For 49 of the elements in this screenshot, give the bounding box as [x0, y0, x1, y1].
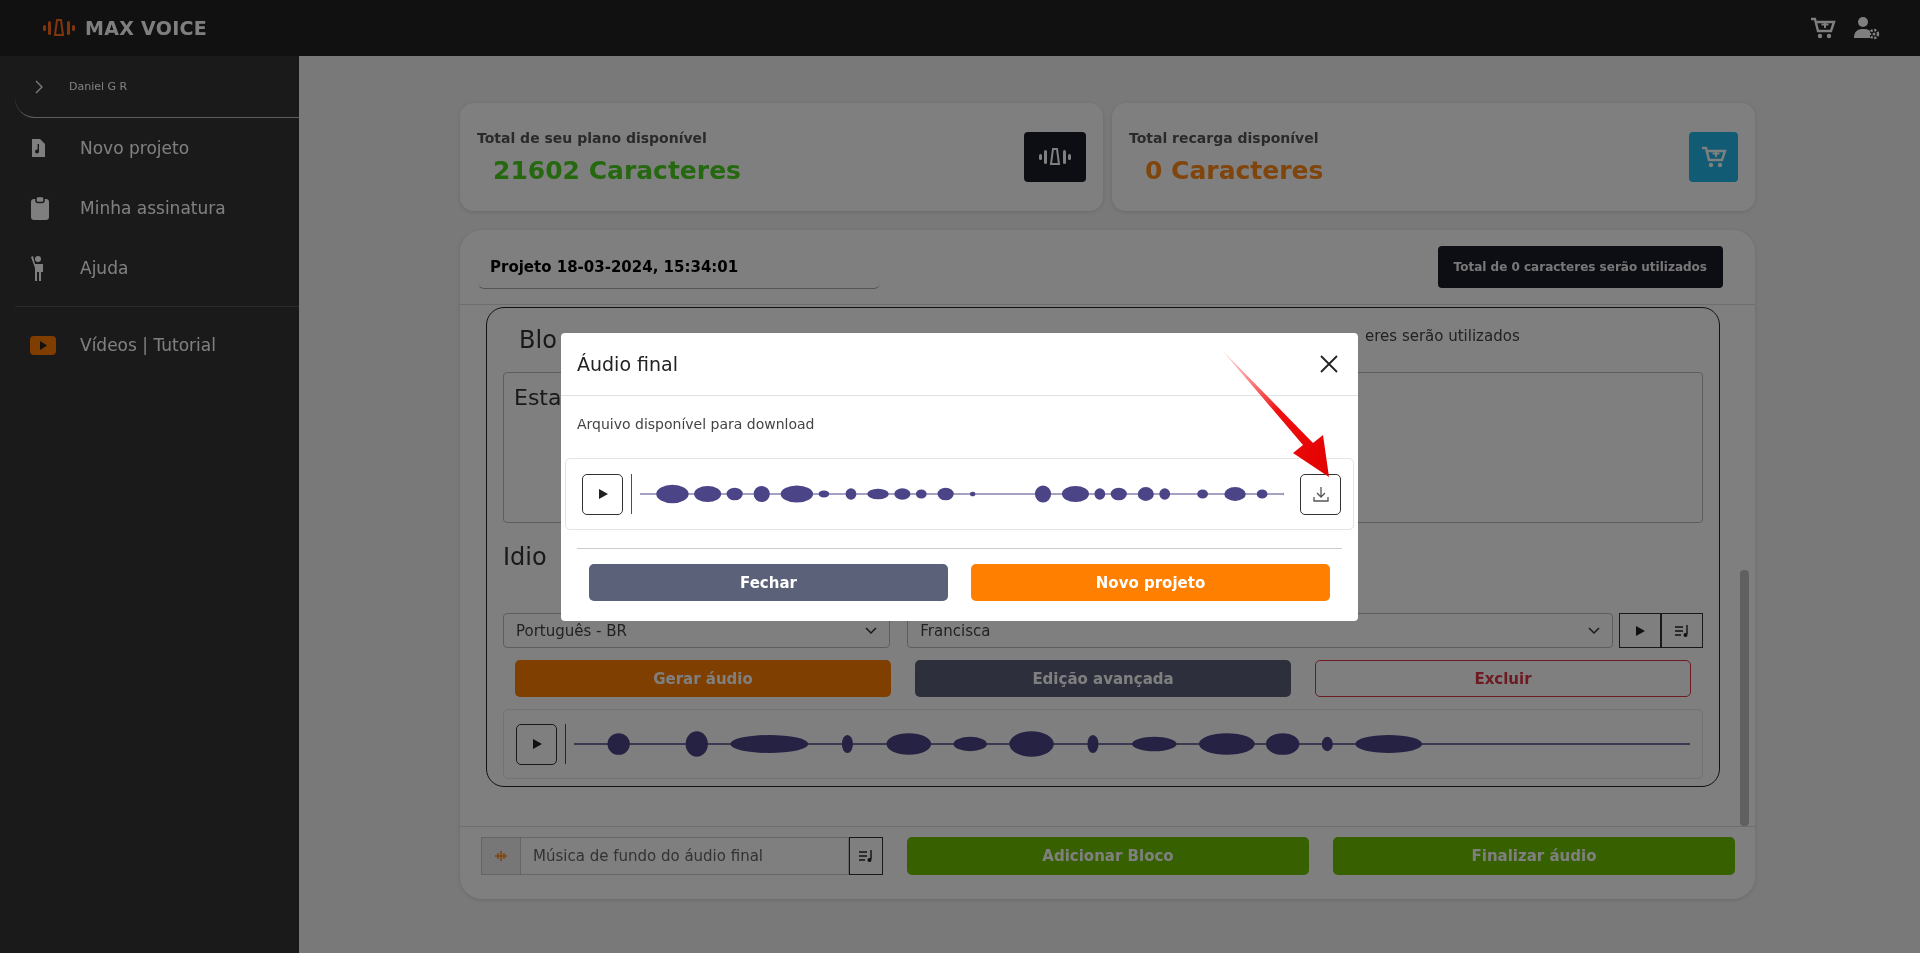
plan-button[interactable] — [1024, 132, 1086, 182]
card-title: Total de seu plano disponível — [477, 129, 708, 146]
play-icon — [597, 489, 608, 499]
action-button[interactable]: Excluir — [1315, 660, 1691, 697]
chevron-down-icon — [1588, 626, 1600, 635]
modal-title: Áudio final — [577, 353, 678, 375]
waveform-icon — [494, 850, 508, 862]
sidebar-item[interactable]: Minha assinatura — [0, 178, 299, 238]
logo-icon — [1038, 147, 1072, 167]
download-button[interactable] — [1300, 473, 1341, 515]
user-name: Daniel G R — [69, 80, 128, 93]
music-button[interactable] — [1661, 613, 1703, 648]
chevron-down-icon — [865, 626, 878, 635]
play-icon — [531, 739, 542, 749]
user-settings-icon[interactable] — [1854, 16, 1880, 40]
music-list-icon — [858, 849, 874, 863]
music-button[interactable] — [849, 837, 883, 875]
music-field[interactable]: Música de fundo do áudio final — [521, 837, 849, 875]
dialog-button[interactable]: Fechar — [589, 564, 948, 601]
play-button[interactable] — [582, 473, 623, 515]
music-file-icon — [30, 138, 46, 158]
modal-message: Arquivo disponível para download — [576, 415, 816, 432]
play-icon — [1635, 625, 1645, 636]
dialog-button[interactable]: Novo projeto — [971, 564, 1330, 601]
sidebar-item[interactable]: Novo projeto — [0, 118, 299, 178]
clipboard-icon — [30, 195, 50, 221]
character-count: 0 Caracteres — [1144, 155, 1324, 185]
cart-plus-icon — [1700, 145, 1727, 169]
cart-plus-icon[interactable] — [1810, 16, 1836, 40]
section-heading: Idio — [503, 542, 547, 573]
project-title: Projeto 18-03-2024, 15:34:01 — [478, 245, 880, 289]
card-title: Total recarga disponível — [1129, 129, 1320, 146]
chevron-icon[interactable] — [35, 79, 43, 94]
logo-icon — [42, 18, 76, 38]
sidebar-item[interactable]: Vídeos | Tutorial — [0, 315, 299, 375]
close-icon — [1320, 355, 1338, 373]
video-play-icon — [30, 335, 56, 355]
usage-text: eres serão utilizados — [1365, 327, 1521, 345]
usage-badge: Total de 0 caracteres serão utilizados — [1437, 246, 1723, 288]
action-button[interactable]: Edição avançada — [915, 660, 1291, 697]
action-button[interactable]: Gerar áudio — [515, 660, 891, 697]
character-count: 21602 Caracteres — [492, 155, 741, 185]
block-heading: Blo — [518, 326, 558, 354]
brand-name: MAX VOICE — [85, 17, 208, 39]
download-icon — [1312, 486, 1329, 502]
sidebar-item[interactable]: Ajuda — [0, 238, 299, 298]
music-list-icon — [1674, 623, 1690, 638]
scrollbar-thumb[interactable] — [1740, 570, 1749, 826]
person-icon — [30, 254, 46, 282]
